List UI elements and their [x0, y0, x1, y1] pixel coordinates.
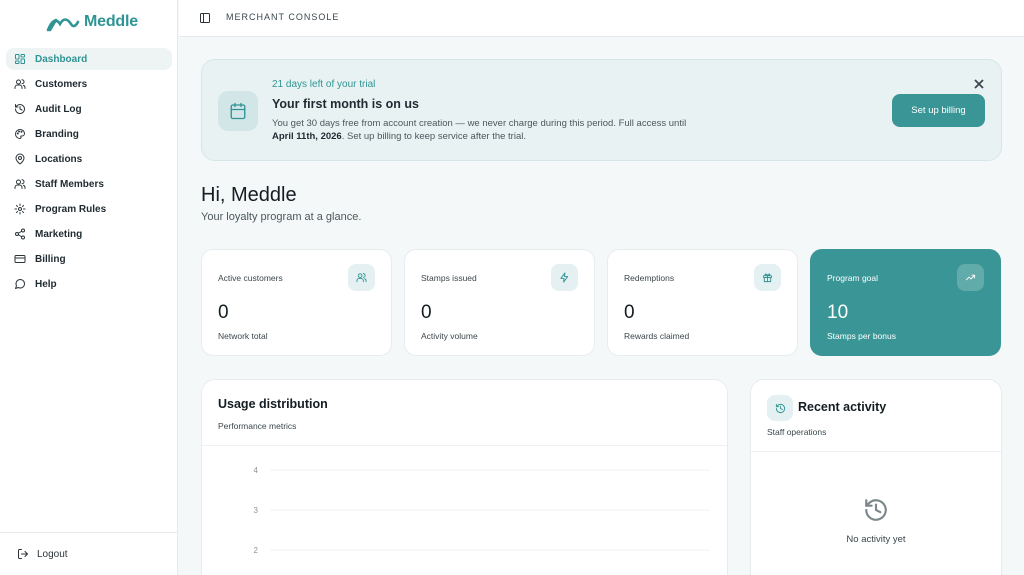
palette-icon — [14, 128, 26, 140]
history-icon — [863, 497, 889, 523]
sidebar-item-label: Locations — [35, 153, 83, 165]
stat-value: 10 — [827, 302, 849, 323]
sidebar-item-label: Branding — [35, 128, 79, 140]
recent-activity-panel: Recent activity Staff operations No acti… — [750, 379, 1002, 575]
dashboard-icon — [14, 53, 26, 65]
history-icon — [767, 395, 793, 421]
stat-caption: Stamps per bonus — [827, 331, 896, 341]
banner-body: You get 30 days free from account creati… — [272, 117, 692, 143]
banner-body-prefix: You get 30 days free from account creati… — [272, 118, 687, 129]
usage-subtitle: Performance metrics — [218, 421, 297, 431]
y-tick-label: 4 — [254, 466, 259, 475]
stat-caption: Activity volume — [421, 331, 478, 341]
zap-icon — [551, 264, 578, 291]
gift-icon — [754, 264, 781, 291]
stat-value: 0 — [624, 302, 635, 323]
stat-label: Stamps issued — [421, 273, 477, 283]
sidebar-item-label: Dashboard — [35, 53, 88, 65]
trial-banner: 21 days left of your trial Your first mo… — [201, 59, 1002, 161]
stat-card-redemptions: Redemptions 0 Rewards claimed — [607, 249, 798, 356]
meddle-logo-icon — [46, 18, 80, 32]
banner-body-suffix: . Set up billing to keep service after t… — [341, 131, 526, 142]
activity-subtitle: Staff operations — [767, 427, 827, 437]
panel-left-icon — [200, 13, 210, 23]
stat-label: Redemptions — [624, 273, 675, 283]
sidebar-item-locations[interactable]: Locations — [6, 148, 172, 170]
page-subtitle: Your loyalty program at a glance. — [201, 211, 362, 223]
empty-state-text: No activity yet — [846, 534, 906, 545]
sidebar-footer: Logout — [0, 532, 178, 575]
history-icon — [14, 103, 26, 115]
usage-distribution-panel: Usage distribution Performance metrics 4… — [201, 379, 728, 575]
share-icon — [14, 228, 26, 240]
stat-card-active-customers: Active customers 0 Network total — [201, 249, 392, 356]
close-icon — [974, 79, 984, 89]
activity-title: Recent activity — [798, 400, 887, 414]
sidebar-item-label: Help — [35, 278, 57, 290]
top-bar: MERCHANT CONSOLE — [179, 0, 1024, 37]
stat-caption: Rewards claimed — [624, 331, 690, 341]
sidebar-item-audit-log[interactable]: Audit Log — [6, 98, 172, 120]
sidebar-item-staff-members[interactable]: Staff Members — [6, 173, 172, 195]
logout-label: Logout — [37, 548, 68, 560]
brand-logo[interactable]: Meddle — [46, 11, 138, 33]
sidebar-item-program-rules[interactable]: Program Rules — [6, 198, 172, 220]
sidebar-item-marketing[interactable]: Marketing — [6, 223, 172, 245]
usage-title: Usage distribution — [218, 397, 328, 411]
map-pin-icon — [14, 153, 26, 165]
stat-label: Active customers — [218, 273, 283, 283]
trial-end-date: April 11th, 2026 — [272, 131, 342, 142]
stat-caption: Network total — [218, 331, 268, 341]
stat-label: Program goal — [827, 273, 879, 283]
brand-name: Meddle — [84, 13, 138, 30]
sidebar-item-label: Staff Members — [35, 178, 104, 190]
sidebar: Meddle Dashboard Customers Audit Log Bra… — [0, 0, 178, 575]
close-banner-button[interactable] — [974, 76, 984, 89]
sidebar-item-label: Billing — [35, 253, 66, 265]
stat-card-program-goal: Program goal 10 Stamps per bonus — [810, 249, 1001, 356]
message-circle-icon — [14, 278, 26, 290]
users-icon — [348, 264, 375, 291]
divider — [751, 451, 1001, 452]
sidebar-item-label: Marketing — [35, 228, 83, 240]
stat-card-stamps-issued: Stamps issued 0 Activity volume — [404, 249, 595, 356]
y-tick-label: 2 — [254, 546, 259, 555]
banner-title: Your first month is on us — [272, 97, 419, 111]
sidebar-nav: Dashboard Customers Audit Log Branding L… — [6, 48, 172, 298]
gear-icon — [14, 203, 26, 215]
calendar-icon — [218, 91, 258, 131]
sidebar-item-help[interactable]: Help — [6, 273, 172, 295]
stat-value: 0 — [421, 302, 432, 323]
usage-chart: 4 3 2 — [254, 466, 710, 555]
y-tick-label: 3 — [254, 506, 259, 515]
users-icon — [14, 178, 26, 190]
sidebar-item-label: Program Rules — [35, 203, 107, 215]
credit-card-icon — [14, 253, 26, 265]
users-icon — [14, 78, 26, 90]
page-title: Hi, Meddle — [201, 184, 297, 206]
console-title: MERCHANT CONSOLE — [226, 12, 340, 22]
sidebar-item-label: Customers — [35, 78, 88, 90]
stat-value: 0 — [218, 302, 229, 323]
sidebar-item-label: Audit Log — [35, 103, 82, 115]
sidebar-item-customers[interactable]: Customers — [6, 73, 172, 95]
trending-up-icon — [957, 264, 984, 291]
sidebar-item-branding[interactable]: Branding — [6, 123, 172, 145]
sidebar-item-billing[interactable]: Billing — [6, 248, 172, 270]
sidebar-item-dashboard[interactable]: Dashboard — [6, 48, 172, 70]
trial-days-left: 21 days left of your trial — [272, 79, 376, 90]
set-up-billing-button[interactable]: Set up billing — [892, 94, 985, 127]
sidebar-toggle-button[interactable] — [199, 11, 211, 23]
logout-button[interactable]: Logout — [17, 548, 68, 560]
logout-icon — [18, 549, 28, 559]
